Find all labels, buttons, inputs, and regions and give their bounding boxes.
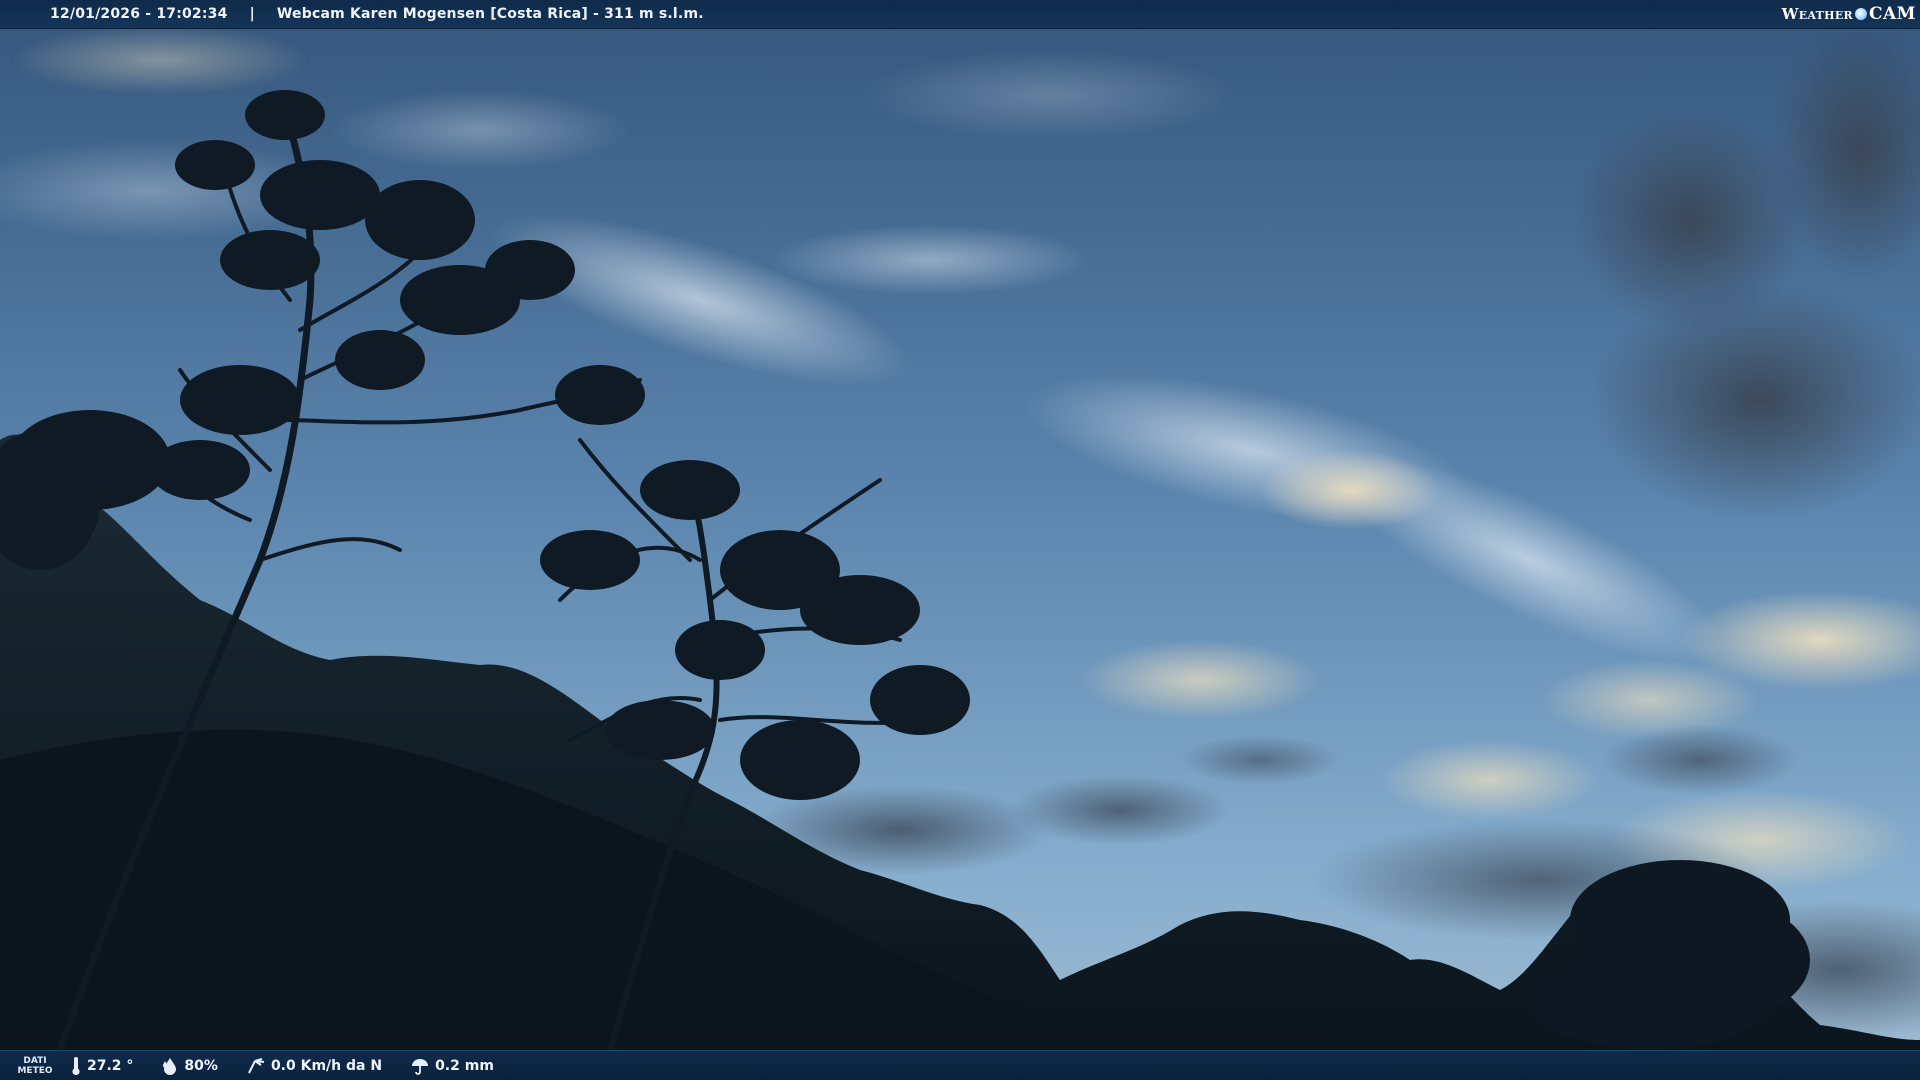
meteo-label-line2: METEO <box>17 1065 53 1076</box>
info-bar: 12/01/2026 - 17:02:34 | Webcam Karen Mog… <box>0 0 1920 29</box>
humidity-icon <box>163 1057 177 1075</box>
rain-icon <box>412 1058 429 1075</box>
rain-stat: 0.2 mm <box>410 1057 494 1075</box>
meteo-bar: DATI METEO 27.2 ° 80% 0.0 Km/h da N 0.2 … <box>0 1050 1920 1080</box>
wind-icon <box>248 1057 265 1073</box>
meteo-label-line1: DATI <box>23 1055 47 1066</box>
weathercam-logo[interactable]: Weather CAM <box>1782 3 1916 25</box>
thermometer-icon <box>72 1056 80 1075</box>
humidity-stat: 80% <box>161 1057 218 1075</box>
separator: | <box>249 6 255 22</box>
meteo-label: DATI METEO <box>0 1056 70 1076</box>
humidity-value: 80% <box>184 1057 218 1074</box>
temperature-stat: 27.2 ° <box>70 1056 133 1076</box>
wind-value: 0.0 Km/h da N <box>270 1057 383 1074</box>
wind-stat: 0.0 Km/h da N <box>246 1057 382 1075</box>
webcam-image <box>0 0 1920 1080</box>
webcam-title: Webcam Karen Mogensen [Costa Rica] - 311… <box>276 6 704 22</box>
logo-weather-text: Weather <box>1781 5 1853 23</box>
timestamp: 12/01/2026 - 17:02:34 <box>50 6 228 22</box>
rain-value: 0.2 mm <box>435 1057 494 1074</box>
logo-cam-text: CAM <box>1868 4 1916 24</box>
temperature-value: 27.2 ° <box>87 1057 134 1074</box>
logo-globe-icon <box>1854 8 1867 20</box>
